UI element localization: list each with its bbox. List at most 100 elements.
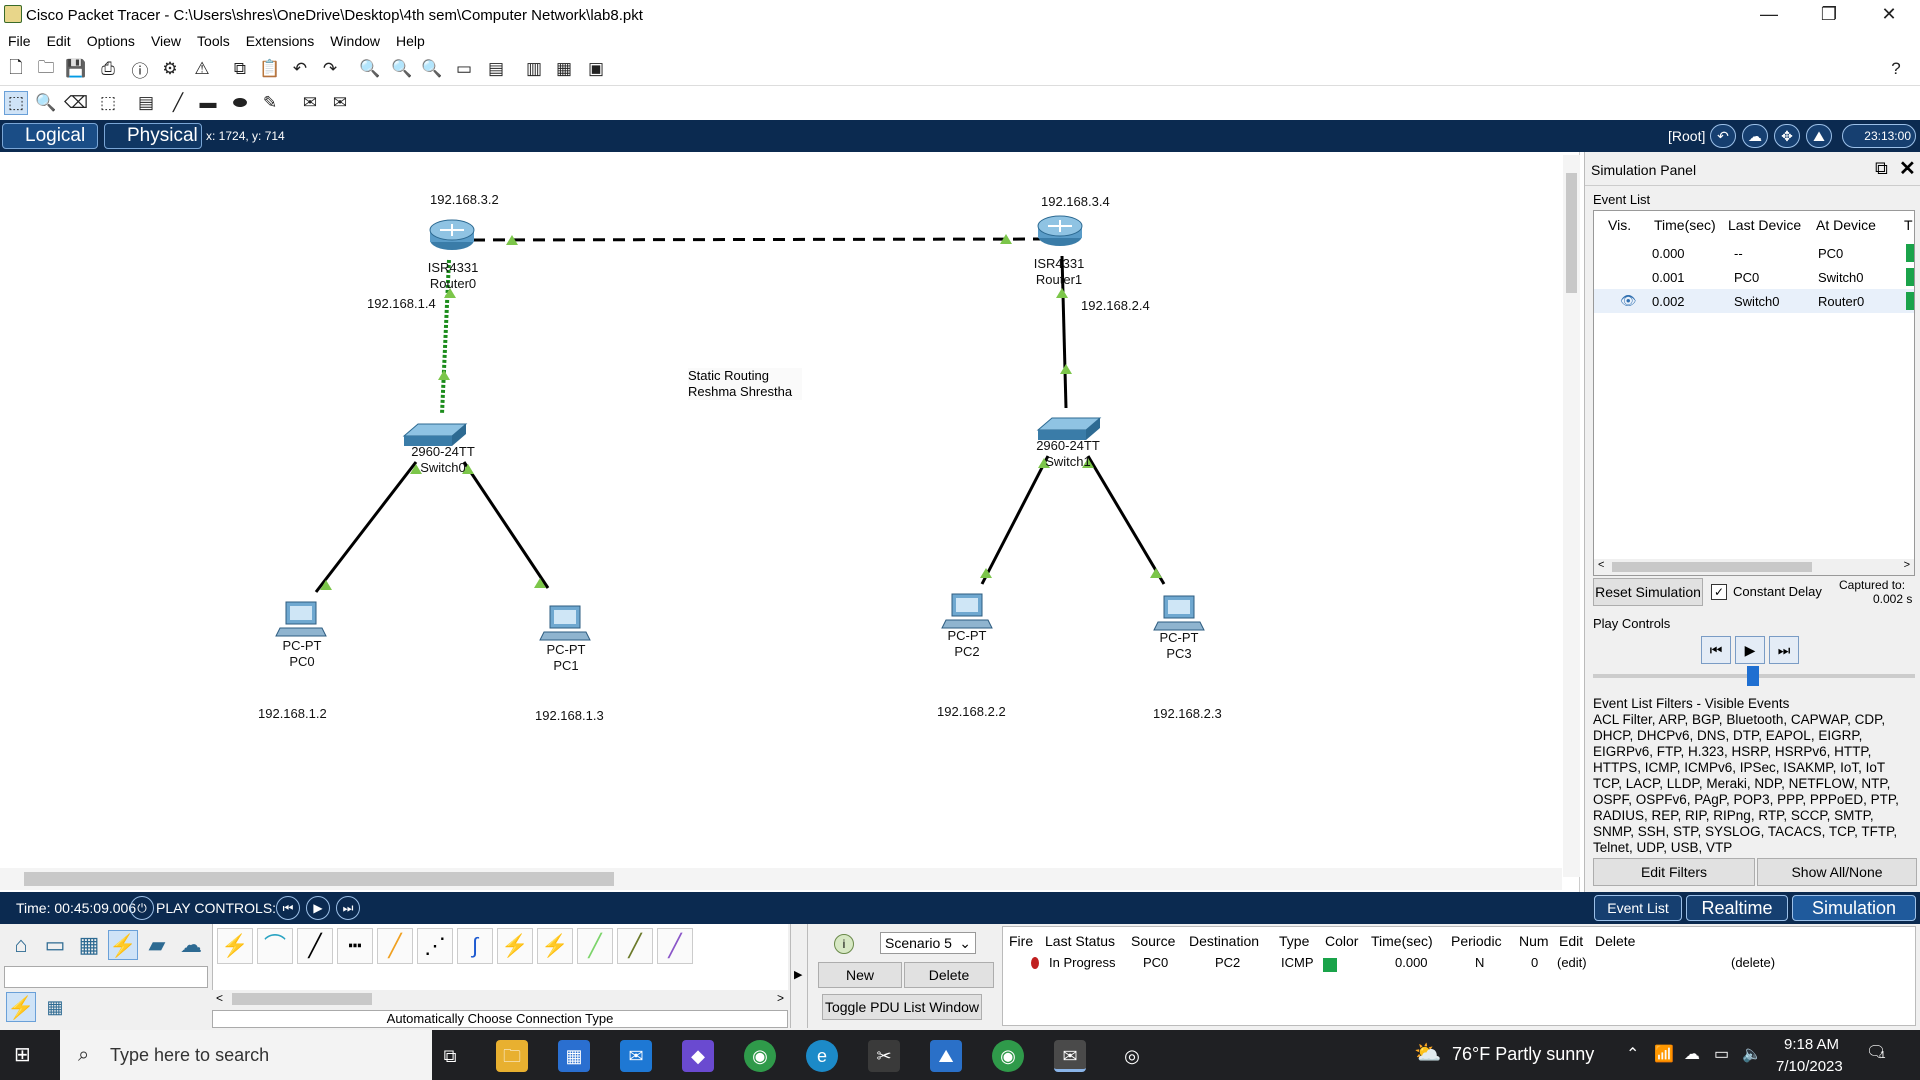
pdu-edit-link[interactable]: (edit) xyxy=(1557,955,1587,970)
snipping-tool-icon[interactable]: ✂ xyxy=(868,1040,900,1072)
copper-cross-over-icon[interactable]: ┅ xyxy=(337,928,373,964)
copper-straight-through-icon[interactable]: ╱ xyxy=(297,928,333,964)
play-speed-slider-knob[interactable] xyxy=(1747,666,1759,686)
switch1-label[interactable]: 2960-24TT Switch1 xyxy=(1028,438,1108,470)
back-step-button[interactable]: ⏮ xyxy=(1701,636,1731,664)
zoom-reset-icon[interactable]: 🔍 xyxy=(390,57,414,81)
horizontal-scroll-thumb[interactable] xyxy=(24,872,614,886)
notes-icon[interactable]: ▥ xyxy=(522,57,546,81)
fiber-icon[interactable]: ╱ xyxy=(377,928,413,964)
switch0-label[interactable]: 2960-24TT Switch0 xyxy=(403,444,483,476)
weather-text[interactable]: 76°F Partly sunny xyxy=(1452,1044,1594,1065)
connections-icon[interactable]: ⚡ xyxy=(108,930,138,960)
iot-custom-cable-icon[interactable]: ╱ xyxy=(617,928,653,964)
pdu-icon[interactable]: ▣ xyxy=(584,57,608,81)
device-search-field[interactable] xyxy=(4,966,208,988)
status-back-button[interactable]: ⏮ xyxy=(276,896,300,920)
edge-icon[interactable]: e xyxy=(806,1040,838,1072)
edit-filters-button[interactable]: Edit Filters xyxy=(1593,858,1755,886)
menu-help[interactable]: Help xyxy=(388,30,433,52)
miscellaneous-icon[interactable]: ▰ xyxy=(142,930,172,960)
draw-line-icon[interactable]: ╱ xyxy=(166,91,190,115)
status-forward-button[interactable]: ⏭ xyxy=(336,896,360,920)
collapse-arrow-icon[interactable]: ▶ xyxy=(794,968,802,981)
palette-scroll-right-icon[interactable]: > xyxy=(777,991,784,1005)
redo-icon[interactable]: ↷ xyxy=(318,57,342,81)
background-image-icon[interactable]: ⛰ xyxy=(1806,124,1832,148)
connections-subtype-icon[interactable]: ⚡ xyxy=(6,992,36,1022)
clipchamp-icon[interactable]: ◆ xyxy=(682,1040,714,1072)
eye-icon[interactable]: 👁 xyxy=(1620,293,1637,309)
taskbar-date[interactable]: 7/10/2023 xyxy=(1776,1058,1843,1075)
connection-palette-scrollbar[interactable]: < > xyxy=(212,990,788,1008)
palette-scroll-thumb[interactable] xyxy=(232,993,372,1005)
auto-connection-icon[interactable]: ⚡ xyxy=(217,928,253,964)
menu-tools[interactable]: Tools xyxy=(189,30,238,52)
file-explorer-icon[interactable]: 🗀 xyxy=(496,1040,528,1072)
freeform-icon[interactable]: ✎ xyxy=(258,91,282,115)
pdu-info-icon[interactable]: i xyxy=(834,934,854,954)
event-list-table[interactable]: Vis. Time(sec) Last Device At Device T 0… xyxy=(1593,210,1915,576)
undock-icon[interactable]: ⧉ xyxy=(1875,158,1888,179)
console-cable-icon[interactable]: ⌒ xyxy=(257,928,293,964)
serial-dte-icon[interactable]: ⚡ xyxy=(537,928,573,964)
close-button[interactable]: ✕ xyxy=(1860,0,1918,30)
select-icon[interactable]: ⬚ xyxy=(4,91,28,115)
pdu-delete-link[interactable]: (delete) xyxy=(1731,955,1775,970)
event-row[interactable]: 0.001 PC0 Switch0 xyxy=(1594,265,1914,289)
router0-label[interactable]: ISR4331 Router0 xyxy=(420,260,486,292)
collapse-pdu-toggle[interactable]: ▶ xyxy=(790,924,808,1028)
workspace-vertical-scrollbar[interactable] xyxy=(1563,155,1580,877)
scroll-left-icon[interactable]: < xyxy=(1598,559,1604,571)
router1-label[interactable]: ISR4331 Router1 xyxy=(1026,256,1092,288)
menu-extensions[interactable]: Extensions xyxy=(238,30,322,52)
add-complex-pdu-icon[interactable]: ✉ xyxy=(328,91,352,115)
battery-icon[interactable]: ▭ xyxy=(1714,1044,1729,1064)
print-icon[interactable]: ⎙ xyxy=(96,57,120,81)
scroll-right-icon[interactable]: > xyxy=(1904,559,1910,571)
cluster-icon[interactable]: ☁ xyxy=(1742,124,1768,148)
open-folder-icon[interactable]: 🗀 xyxy=(34,57,58,81)
pc0-label[interactable]: PC-PT PC0 xyxy=(270,638,334,670)
photos-icon[interactable]: ⛰ xyxy=(930,1040,962,1072)
undo-icon[interactable]: ↶ xyxy=(288,57,312,81)
task-view-icon[interactable]: ⧉ xyxy=(434,1040,466,1072)
viewport-icon[interactable]: ▦ xyxy=(552,57,576,81)
draw-rectangle-icon[interactable]: ▬ xyxy=(196,91,220,115)
pc3-label[interactable]: PC-PT PC3 xyxy=(1147,630,1211,662)
workspace-note[interactable]: Static Routing Reshma Shrestha xyxy=(688,368,802,400)
custom-devices-icon[interactable]: ▤ xyxy=(484,57,508,81)
copy-icon[interactable]: ⧉ xyxy=(228,57,252,81)
coaxial-icon[interactable]: ∫ xyxy=(457,928,493,964)
packet-tracer-taskbar-icon[interactable]: ✉ xyxy=(1054,1040,1086,1072)
add-simple-pdu-icon[interactable]: ✉ xyxy=(298,91,322,115)
new-file-icon[interactable]: 🗋 xyxy=(4,57,28,81)
pc2-label[interactable]: PC-PT PC2 xyxy=(935,628,999,660)
close-panel-icon[interactable]: ✕ xyxy=(1899,156,1916,181)
zoom-in-icon[interactable]: 🔍 xyxy=(358,57,382,81)
palette-scroll-left-icon[interactable]: < xyxy=(216,991,223,1005)
new-scenario-button[interactable]: New xyxy=(818,962,902,988)
volume-icon[interactable]: 🔈 xyxy=(1742,1044,1762,1064)
octal-cable-icon[interactable]: ╱ xyxy=(577,928,613,964)
network-devices-icon[interactable]: ⌂ xyxy=(6,930,36,960)
event-list-toggle[interactable]: Event List xyxy=(1594,895,1682,921)
scenario-select[interactable]: Scenario 5 ⌄ xyxy=(880,932,976,954)
cloud-sync-icon[interactable]: ☁ xyxy=(1684,1044,1700,1064)
back-icon[interactable]: ↶ xyxy=(1710,124,1736,148)
usb-cable-icon[interactable]: ╱ xyxy=(657,928,693,964)
network-info-icon[interactable]: ⚙ xyxy=(158,57,182,81)
workspace-horizontal-scrollbar[interactable] xyxy=(0,868,1562,890)
logical-workspace[interactable]: 192.168.3.2 192.168.3.4 192.168.1.4 192.… xyxy=(0,152,1580,892)
weather-icon[interactable]: ⛅ xyxy=(1414,1040,1441,1066)
paste-icon[interactable]: 📋 xyxy=(258,57,282,81)
constant-delay-checkbox[interactable]: ✓ xyxy=(1711,584,1727,600)
maximize-button[interactable]: ❐ xyxy=(1800,0,1858,30)
drawing-palette-icon[interactable]: ▭ xyxy=(452,57,476,81)
play-button[interactable]: ▶ xyxy=(1735,636,1765,664)
event-row-selected[interactable]: 👁 0.002 Switch0 Router0 xyxy=(1594,289,1914,313)
menu-view[interactable]: View xyxy=(143,30,189,52)
mail-icon[interactable]: ✉ xyxy=(620,1040,652,1072)
zoom-out-icon[interactable]: 🔍 xyxy=(420,57,444,81)
event-list-scroll-thumb[interactable] xyxy=(1612,562,1812,572)
